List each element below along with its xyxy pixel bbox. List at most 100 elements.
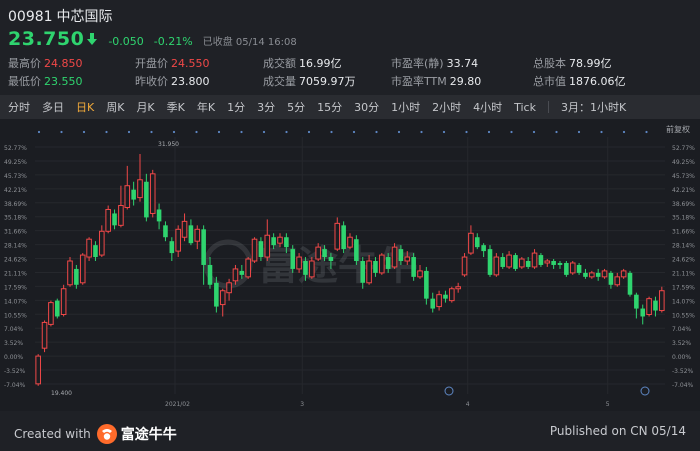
candle-body	[86, 238, 92, 258]
y-tick-label-right: 49.25%	[672, 159, 695, 166]
y-tick-label-right: 0.00%	[672, 354, 691, 361]
tab-quarter-k[interactable]: 季K	[167, 99, 185, 115]
candle-body	[557, 262, 563, 265]
stock-code: 00981	[8, 9, 53, 25]
candle-body	[315, 246, 321, 260]
candle-body	[608, 272, 614, 285]
tab-4hour[interactable]: 4小时	[473, 99, 502, 115]
tab-week-k[interactable]: 周K	[106, 99, 124, 115]
candlestick-chart[interactable]: 富途牛牛 52.77% 52.77%49.25% 49.25%45.73% 45.73…	[0, 119, 700, 411]
candle-body	[640, 308, 646, 317]
tab-5min[interactable]: 5分	[287, 99, 305, 115]
candle-body	[163, 225, 168, 238]
candle-body	[474, 237, 480, 248]
tab-range-selector[interactable]: 3月：1小时K	[561, 99, 626, 115]
event-dot	[172, 130, 176, 134]
candle-body	[137, 179, 143, 199]
y-tick-label-left: 31.66%	[4, 229, 27, 236]
candle-body	[551, 261, 556, 265]
y-tick-label-left: 21.11%	[4, 270, 27, 277]
tab-multi-day[interactable]: 多日	[42, 99, 64, 115]
candle-body	[620, 270, 627, 278]
candle-body	[424, 270, 429, 299]
candle-body	[487, 249, 493, 275]
event-dot	[285, 130, 288, 134]
y-tick-label-right: 28.14%	[672, 243, 695, 250]
y-tick-label-right: 35.18%	[672, 215, 695, 222]
stat-high: 最高价 24.850	[8, 57, 83, 70]
tab-day-k[interactable]: 日K	[76, 99, 94, 115]
candle-body	[366, 260, 372, 284]
watermark-logo-icon	[203, 239, 253, 289]
stats-grid: 最高价 24.850 开盘价 24.550 成交额 16.99亿 市盈率(静) 33.7…	[8, 55, 698, 89]
tab-tick[interactable]: Tick	[514, 101, 536, 114]
y-tick-label-right: 3.52%	[672, 340, 691, 347]
candle-body	[207, 264, 213, 285]
last-price: 23.750	[8, 28, 85, 50]
y-tick-label-left: 49.25%	[4, 159, 27, 166]
event-dot	[262, 130, 266, 134]
tab-intraday[interactable]: 分时	[8, 99, 30, 115]
stat-pe-static: 市盈率(静) 33.74	[391, 57, 479, 70]
tab-month-k[interactable]: 月K	[136, 99, 154, 115]
y-tick-label-left: 52.77%	[4, 145, 27, 152]
candle-body	[188, 225, 194, 244]
event-dot	[127, 130, 131, 134]
event-dot	[397, 130, 401, 134]
tab-1hour[interactable]: 1小时	[391, 99, 420, 115]
event-dot	[217, 130, 221, 134]
tab-30min[interactable]: 30分	[354, 99, 379, 115]
y-tick-label-left: 3.52%	[4, 340, 23, 347]
event-dot	[442, 130, 446, 134]
candle-body	[347, 236, 353, 248]
event-dot	[60, 130, 63, 134]
candle-body	[112, 213, 117, 226]
y-tick-label-left: 17.59%	[4, 284, 27, 291]
y-tick-label-right: 38.69%	[672, 201, 695, 208]
candle-body	[219, 290, 226, 306]
symbol-row: 00981 中芯国际	[8, 6, 113, 26]
y-tick-label-left: 28.14%	[4, 243, 27, 250]
candle-body	[449, 288, 455, 302]
kline-chart-area[interactable]: 富途牛牛 52.77% 52.77% 49.25% 49.25% 45.73% 45.73…	[0, 119, 700, 411]
event-marker-icon	[640, 386, 650, 396]
tab-2hour[interactable]: 2小时	[432, 99, 461, 115]
candle-body	[569, 262, 576, 274]
candle-body	[245, 258, 251, 278]
y-tick-label-left: 14.07%	[4, 298, 27, 305]
event-dot	[420, 130, 423, 134]
event-dot	[150, 130, 153, 134]
tab-15min[interactable]: 15分	[317, 99, 342, 115]
stat-total-shares: 总股本 78.99亿	[533, 57, 612, 70]
stat-low: 最低价 23.550	[8, 75, 83, 88]
candle-body	[385, 257, 391, 269]
footer: Created with 富途牛牛 Published on CN 05/14	[0, 411, 700, 451]
candle-body	[455, 286, 461, 290]
candle-body	[601, 270, 608, 278]
candle-body	[309, 260, 315, 278]
event-dot	[352, 130, 356, 134]
max-price-label: 31.950	[158, 141, 179, 148]
candle-body	[589, 272, 595, 278]
y-tick-label-right: 42.21%	[672, 187, 695, 194]
y-tick-label-left: 35.18%	[4, 215, 27, 222]
period-tabs: 分时 多日 日K 周K 月K 季K 年K 1分 3分 5分 15分 30分 1小…	[0, 95, 700, 119]
event-dot	[577, 130, 581, 134]
event-dot	[105, 130, 108, 134]
candle-body	[404, 256, 411, 262]
event-dot	[37, 130, 41, 134]
tab-year-k[interactable]: 年K	[197, 99, 215, 115]
candle-body	[74, 268, 79, 285]
created-with: Created with 富途牛牛	[14, 424, 177, 444]
stat-volume: 成交量 7059.97万	[263, 75, 356, 88]
tab-1min[interactable]: 1分	[227, 99, 245, 115]
candle-body	[239, 270, 245, 275]
tab-divider	[547, 101, 549, 113]
candle-body	[646, 298, 652, 315]
tab-3min[interactable]: 3分	[257, 99, 275, 115]
adjust-label[interactable]: 前复权	[666, 124, 690, 135]
candle-body	[284, 237, 289, 248]
candle-body	[614, 276, 621, 286]
candle-body	[391, 246, 398, 268]
y-tick-label-left: 24.62%	[4, 257, 27, 264]
